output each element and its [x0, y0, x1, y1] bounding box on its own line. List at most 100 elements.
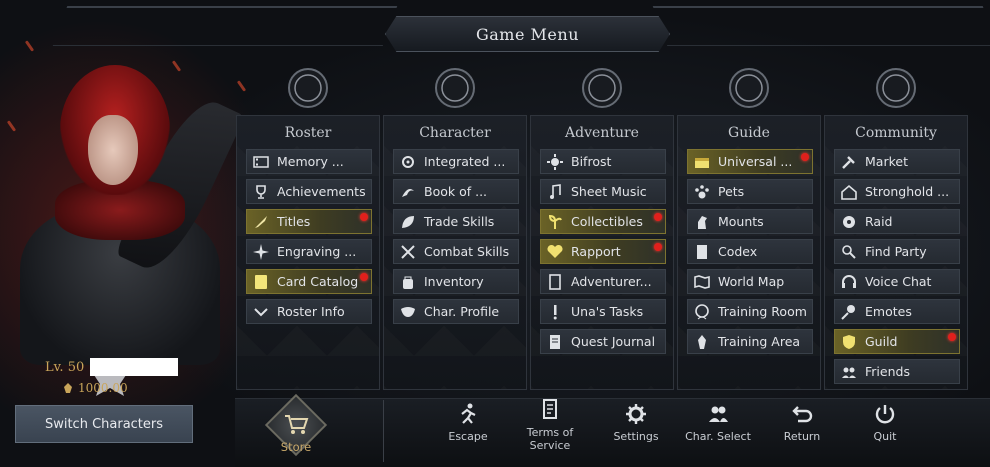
- menu-item-engraving[interactable]: Engraving ...: [246, 239, 372, 264]
- heart-icon: [541, 243, 569, 261]
- character-level: Lv. 50: [45, 359, 85, 375]
- quill-icon: [247, 213, 275, 231]
- return-button[interactable]: Return: [767, 402, 837, 460]
- menu-item-rapport[interactable]: Rapport: [540, 239, 666, 264]
- book-icon: [688, 243, 716, 261]
- character-name-redacted: [90, 358, 179, 376]
- menu-item-guild[interactable]: Guild: [834, 329, 960, 354]
- menu-item-label: Market: [865, 154, 908, 169]
- menu-item-label: Combat Skills: [424, 244, 510, 259]
- settings-button[interactable]: Settings: [601, 402, 671, 460]
- notification-dot: [801, 153, 809, 161]
- mask-icon: [394, 303, 422, 321]
- menu-item-training-room[interactable]: Training Room: [687, 299, 813, 324]
- menu-item-collectibles[interactable]: Collectibles: [540, 209, 666, 234]
- menu-item-label: Find Party: [865, 244, 927, 259]
- item-level-icon: [64, 383, 72, 393]
- column-adventure: Adventure Bifrost Sheet Music Collectibles R…: [530, 115, 674, 390]
- helmet-icon: [435, 68, 475, 108]
- menu-item-una-s-tasks[interactable]: Una's Tasks: [540, 299, 666, 324]
- menu-item-label: Char. Profile: [424, 304, 500, 319]
- notification-dot: [654, 243, 662, 251]
- menu-item-label: Achievements: [277, 184, 366, 199]
- map-icon: [688, 273, 716, 291]
- running-icon: [461, 403, 476, 424]
- portrait-face: [88, 115, 138, 185]
- menu-item-market[interactable]: Market: [834, 149, 960, 174]
- terms-of-service-button[interactable]: Terms of Service: [515, 398, 585, 456]
- column-guide: Guide Universal ... Pets Mounts Codex World M…: [677, 115, 821, 390]
- menu-item-adventurer[interactable]: Adventurer...: [540, 269, 666, 294]
- friends-icon: [835, 363, 863, 381]
- menu-item-memory[interactable]: Memory ...: [246, 149, 372, 174]
- users-icon: [709, 406, 728, 422]
- menu-item-pets[interactable]: Pets: [687, 179, 813, 204]
- header-ornament-right: [652, 6, 990, 46]
- menu-item-voice-chat[interactable]: Voice Chat: [834, 269, 960, 294]
- column-title: Guide: [728, 125, 770, 141]
- roster-laurel-icon: [288, 68, 328, 108]
- column-title: Community: [855, 125, 937, 141]
- column-community: Community Market Stronghold ... Raid Find Pa…: [824, 115, 968, 390]
- gears-icon: [394, 153, 422, 171]
- menu-item-trade-skills[interactable]: Trade Skills: [393, 209, 519, 234]
- menu-item-label: Universal ...: [718, 154, 793, 169]
- menu-item-sheet-music[interactable]: Sheet Music: [540, 179, 666, 204]
- menu-item-label: World Map: [718, 274, 785, 289]
- menu-item-friends[interactable]: Friends: [834, 359, 960, 384]
- shield-icon: [835, 333, 863, 351]
- char-select-button[interactable]: Char. Select: [683, 402, 753, 460]
- menu-item-mounts[interactable]: Mounts: [687, 209, 813, 234]
- menu-item-card-catalog[interactable]: Card Catalog: [246, 269, 372, 294]
- menu-item-label: Collectibles: [571, 214, 643, 229]
- page-title: Game Menu: [475, 24, 579, 44]
- menu-item-label: Guild: [865, 334, 898, 349]
- menu-item-roster-info[interactable]: Roster Info: [246, 299, 372, 324]
- menu-item-emotes[interactable]: Emotes: [834, 299, 960, 324]
- menu-item-universal[interactable]: Universal ...: [687, 149, 813, 174]
- menu-item-world-map[interactable]: World Map: [687, 269, 813, 294]
- gear-icon: [626, 404, 646, 424]
- menu-item-label: Training Room: [718, 304, 807, 319]
- card-icon: [247, 273, 275, 291]
- menu-item-label: Emotes: [865, 304, 912, 319]
- switch-characters-button[interactable]: Switch Characters: [15, 405, 193, 443]
- menu-item-quest-journal[interactable]: Quest Journal: [540, 329, 666, 354]
- menu-item-combat-skills[interactable]: Combat Skills: [393, 239, 519, 264]
- item-level-row: 1000.00: [62, 381, 128, 395]
- menu-item-find-party[interactable]: Find Party: [834, 239, 960, 264]
- menu-item-raid[interactable]: Raid: [834, 209, 960, 234]
- menu-item-bifrost[interactable]: Bifrost: [540, 149, 666, 174]
- speech-bubble-icon: [876, 68, 916, 108]
- column-roster: Roster Memory ... Achievements Titles Engrav…: [236, 115, 380, 390]
- escape-button[interactable]: Escape: [433, 402, 503, 460]
- compass-star-icon: [247, 243, 275, 261]
- menu-item-titles[interactable]: Titles: [246, 209, 372, 234]
- menu-item-achievements[interactable]: Achievements: [246, 179, 372, 204]
- menu-item-label: Book of ...: [424, 184, 488, 199]
- menu-item-training-area[interactable]: Training Area: [687, 329, 813, 354]
- quit-button[interactable]: Quit: [850, 402, 920, 460]
- head-icon: [688, 303, 716, 321]
- menu-item-label: Engraving ...: [277, 244, 357, 259]
- menu-item-inventory[interactable]: Inventory: [393, 269, 519, 294]
- menu-item-codex[interactable]: Codex: [687, 239, 813, 264]
- menu-item-char-profile[interactable]: Char. Profile: [393, 299, 519, 324]
- menu-item-label: Quest Journal: [571, 334, 656, 349]
- bottom-button-label: Quit: [873, 430, 897, 443]
- column-title: Adventure: [565, 125, 639, 141]
- header-ornament-left: [52, 6, 398, 46]
- menu-item-integrated[interactable]: Integrated ...: [393, 149, 519, 174]
- menu-item-label: Stronghold ...: [865, 184, 950, 199]
- bottom-button-label: Terms of Service: [526, 426, 574, 452]
- cart-icon[interactable]: [282, 410, 310, 438]
- menu-item-label: Titles: [277, 214, 311, 229]
- menu-item-label: Sheet Music: [571, 184, 647, 199]
- sprout-icon: [541, 213, 569, 231]
- menu-item-label: Una's Tasks: [571, 304, 644, 319]
- menu-item-stronghold[interactable]: Stronghold ...: [834, 179, 960, 204]
- menu-item-label: Codex: [718, 244, 758, 259]
- menu-item-book-of[interactable]: Book of ...: [393, 179, 519, 204]
- menu-item-label: Card Catalog: [277, 274, 359, 289]
- leaf-icon: [394, 213, 422, 231]
